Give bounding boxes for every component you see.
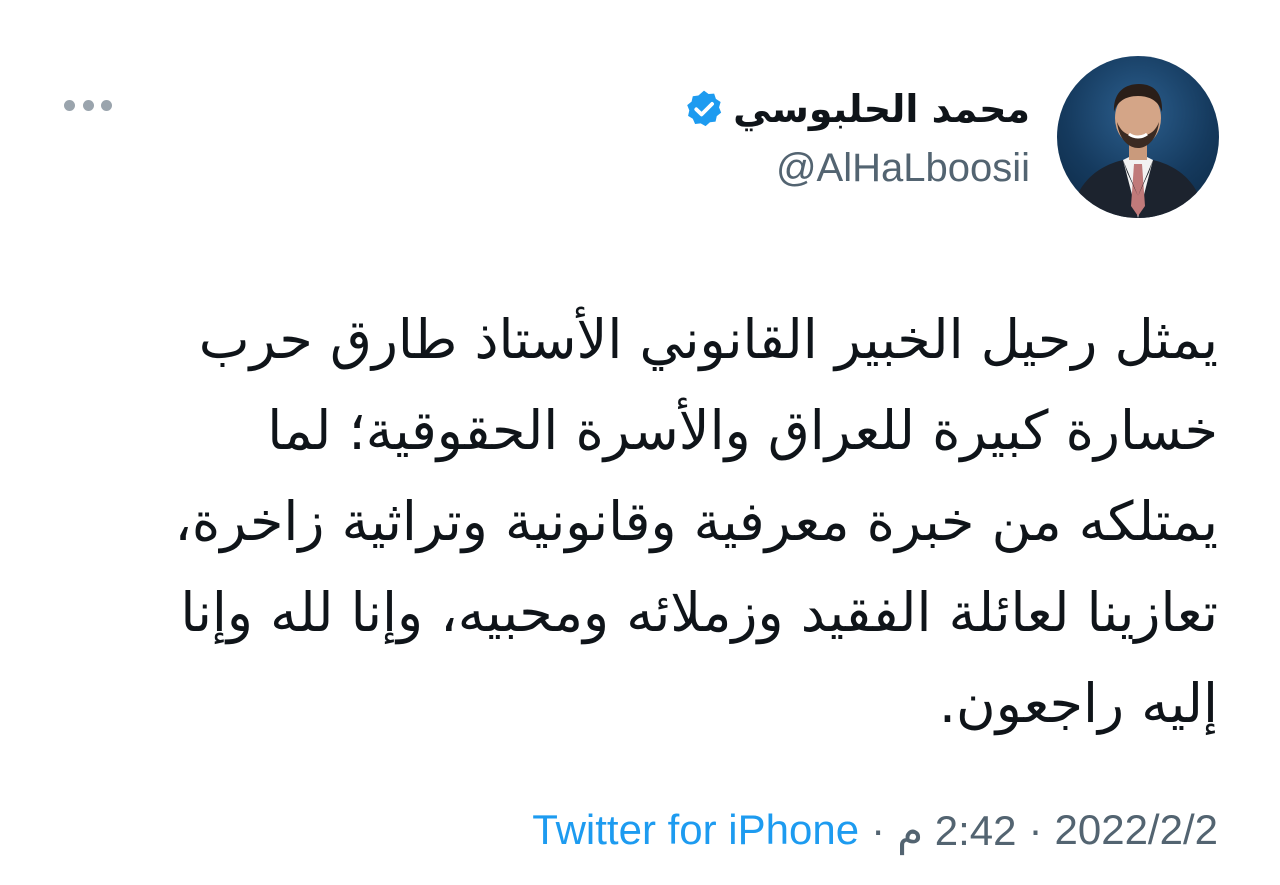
tweet-text-line: خسارة كبيرة للعراق والأسرة الحقوقية؛ لما — [267, 399, 1218, 462]
avatar[interactable] — [1057, 56, 1219, 218]
meta-separator: · — [1028, 806, 1043, 853]
tweet-text-line: تعازينا لعائلة الفقيد وزملائه ومحبيه، وإ… — [180, 581, 1218, 644]
tweet-source-link[interactable]: Twitter for iPhone — [532, 806, 859, 854]
tweet-text-line: يمتلكه من خبرة معرفية وقانونية وتراثية ز… — [174, 490, 1218, 553]
tweet-time[interactable]: 2:42 م — [897, 806, 1016, 855]
author-display-name[interactable]: محمد الحلبوسي — [733, 82, 1030, 136]
meta-separator: · — [871, 806, 886, 853]
tweet-card: محمد الحلبوسي @AlHaLboosii يمثل رحيل الخ… — [0, 0, 1280, 885]
more-options-icon[interactable] — [64, 90, 112, 120]
tweet-text: يمثل رحيل الخبير القانوني الأستاذ طارق ح… — [98, 294, 1218, 749]
profile-photo — [1071, 84, 1205, 218]
more-dot — [101, 99, 112, 111]
more-dot — [64, 99, 75, 111]
tweet-text-line: إليه راجعون. — [938, 672, 1218, 735]
tweet-text-line: يمثل رحيل الخبير القانوني الأستاذ طارق ح… — [198, 308, 1218, 371]
tweet-date[interactable]: 2022/2/2 — [1055, 806, 1219, 854]
author-name-row[interactable]: محمد الحلبوسي — [683, 82, 1030, 136]
author-handle[interactable]: @AlHaLboosii — [776, 142, 1030, 194]
tweet-meta: Twitter for iPhone · 2:42 م · 2022/2/2 — [532, 800, 1218, 860]
more-dot — [82, 99, 94, 111]
verified-badge-icon — [683, 88, 725, 130]
